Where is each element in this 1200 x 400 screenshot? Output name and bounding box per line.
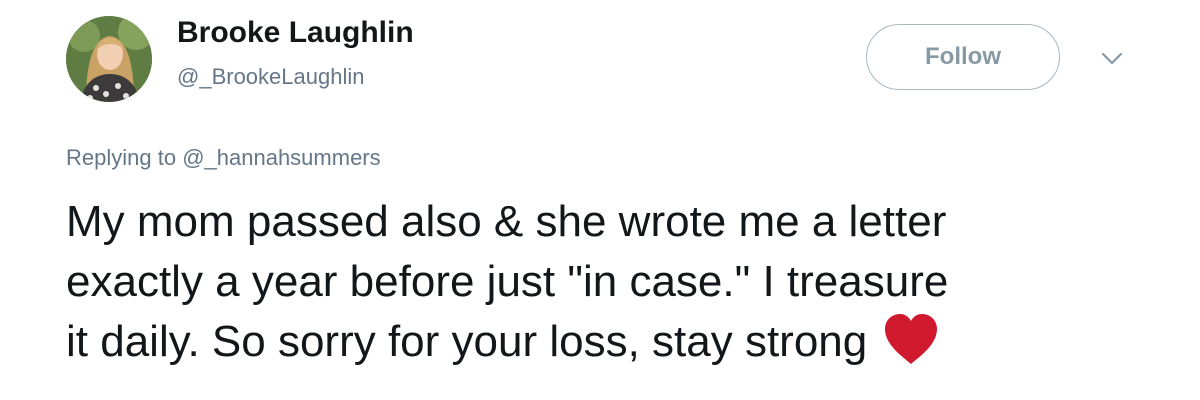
tweet-text-line: exactly a year before just "in case." I … [66,257,949,306]
reply-prefix: Replying to [66,145,177,170]
tweet-text: My mom passed also & she wrote me a lett… [66,192,1156,372]
user-handle[interactable]: @_BrookeLaughlin [177,64,364,90]
tweet-card: Brooke Laughlin @_BrookeLaughlin Follow … [0,0,1200,400]
reply-mention-link[interactable]: @_hannahsummers [182,145,380,170]
chevron-down-icon[interactable] [1098,50,1126,68]
reply-context: Replying to @_hannahsummers [66,145,381,171]
avatar[interactable] [66,16,152,102]
tweet-text-line-content: it daily. So sorry for your loss, stay s… [66,317,868,366]
tweet-text-line: My mom passed also & she wrote me a lett… [66,197,947,246]
tweet-text-line-last: it daily. So sorry for your loss, stay s… [66,312,1156,372]
display-name[interactable]: Brooke Laughlin [177,16,414,50]
follow-button[interactable]: Follow [866,24,1060,90]
profile-photo-icon [66,16,152,102]
red-heart-icon [885,314,938,364]
